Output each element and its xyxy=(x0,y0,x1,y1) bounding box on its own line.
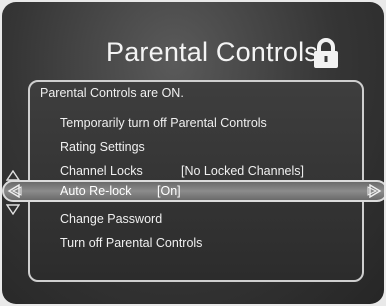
right-arrow-icon[interactable] xyxy=(366,184,382,198)
status-text: Parental Controls are ON. xyxy=(40,86,184,100)
menu-item-label: Auto Re-lock xyxy=(60,184,132,198)
menu-item-turn-off[interactable]: Turn off Parental Controls xyxy=(60,236,202,250)
menu-item-change-password[interactable]: Change Password xyxy=(60,212,162,226)
menu-item-temporarily-off[interactable]: Temporarily turn off Parental Controls xyxy=(60,116,267,130)
page-title: Parental Controls xyxy=(106,37,319,67)
menu-item-channel-locks[interactable]: Channel Locks [No Locked Channels] xyxy=(60,164,304,178)
menu-item-value: [On] xyxy=(157,184,181,198)
left-arrow-icon[interactable] xyxy=(7,184,23,198)
menu-item-label: Channel Locks xyxy=(60,164,143,178)
down-arrow-icon[interactable] xyxy=(6,204,20,215)
menu-item-label: Change Password xyxy=(60,212,163,226)
lock-icon xyxy=(314,38,338,68)
tv-screen: Parental Controls Parental Controls are … xyxy=(2,2,384,304)
menu-item-label: Temporarily turn off Parental Controls xyxy=(60,116,267,130)
menu-item-label: Turn off Parental Controls xyxy=(60,236,203,250)
menu-item-auto-relock[interactable]: Auto Re-lock [On] xyxy=(2,180,384,202)
header: Parental Controls xyxy=(2,32,384,72)
menu-item-value: [No Locked Channels] xyxy=(181,164,304,178)
menu-item-label: Rating Settings xyxy=(60,140,145,154)
menu-item-rating-settings[interactable]: Rating Settings xyxy=(60,140,145,154)
